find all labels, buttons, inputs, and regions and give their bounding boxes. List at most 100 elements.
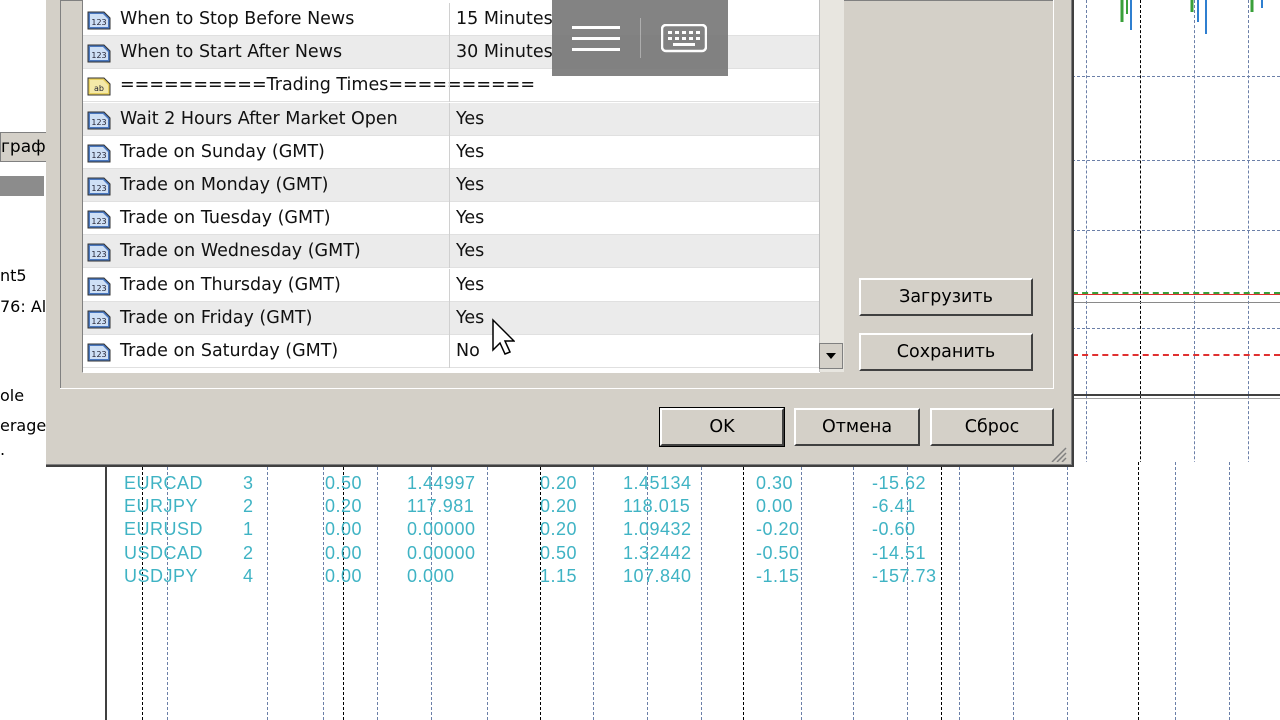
integer-type-icon: 123 [87,310,111,329]
table-grid-line [801,462,802,720]
param-value[interactable]: 15 Minutes [456,3,553,36]
svg-text:123: 123 [91,317,106,326]
save-button[interactable]: Сохранить [859,333,1033,371]
table-grid-line [959,462,960,720]
integer-type-icon: 123 [87,111,111,130]
param-value[interactable]: Yes [456,302,484,335]
table-grid-line [323,462,324,720]
table-grid-line [907,462,908,720]
chart-grid-line [1072,230,1280,231]
param-row[interactable]: 123 Trade on Tuesday (GMT) Yes [83,202,820,236]
svg-text:123: 123 [91,350,106,359]
integer-type-icon: 123 [87,343,111,362]
param-name: Trade on Friday (GMT) [120,307,313,328]
integer-type-icon: 123 [87,11,111,30]
left-panel-tab[interactable]: графи [0,132,48,162]
reset-button[interactable]: Сброс [930,408,1054,446]
svg-text:ab: ab [94,84,104,93]
table-grid-line [1013,462,1014,720]
left-tab-label: графи [1,137,47,157]
resize-grip-icon[interactable] [1050,446,1068,462]
param-row[interactable]: 123 Trade on Monday (GMT) Yes [83,169,820,202]
param-value[interactable]: Yes [456,136,484,169]
column-separator [449,202,450,236]
param-value[interactable]: Yes [456,103,484,136]
table-grid-line [167,462,168,720]
column-separator [449,135,450,169]
svg-text:123: 123 [91,217,106,226]
ok-button[interactable]: OK [659,407,785,447]
menu-icon[interactable] [572,22,620,56]
column-separator [449,335,450,368]
chart-grid-line [1072,160,1280,161]
param-name: When to Stop Before News [120,9,355,29]
param-name: ==========Trading Times========== [120,75,535,96]
left-text: ole [0,386,25,405]
integer-type-icon: 123 [87,144,111,163]
column-separator [449,301,450,335]
table-grid-line [343,462,344,720]
integer-type-icon: 123 [87,177,111,196]
table-grid-line [647,462,648,720]
load-button[interactable]: Загрузить [859,278,1033,316]
param-row[interactable]: 123 Wait 2 Hours After Market Open Yes [83,102,820,136]
param-value[interactable]: Yes [456,235,484,268]
terminal-trade-table [107,462,1280,720]
cancel-button[interactable]: Отмена [794,408,920,446]
reset-button-label: Сброс [964,417,1020,437]
param-value[interactable]: 30 Minutes [456,36,553,69]
column-separator [449,36,450,70]
column-separator [449,69,450,103]
grid-scrollbar[interactable] [819,0,844,372]
chart-level-red [1072,294,1280,295]
left-text: nt5 [0,266,27,285]
param-row[interactable]: 123 Trade on Friday (GMT) Yes [83,301,820,335]
keyboard-icon[interactable] [661,24,707,54]
cancel-button-label: Отмена [821,417,893,437]
scroll-down-button[interactable] [819,343,843,369]
left-text: erage [0,416,47,435]
chart-candles [1120,0,1263,34]
column-separator [449,3,450,36]
mouse-cursor-icon [492,318,515,355]
table-grid-line [1175,462,1176,720]
overlay-divider [640,18,641,58]
table-grid-line [701,462,702,720]
table-grid-line [941,462,942,720]
column-separator [449,235,450,269]
integer-type-icon: 123 [87,277,111,296]
param-row[interactable]: 123 Trade on Sunday (GMT) Yes [83,135,820,169]
table-grid-line [853,462,854,720]
save-button-label: Сохранить [896,342,996,362]
param-value[interactable]: No [456,335,480,368]
load-button-label: Загрузить [899,287,993,307]
chart-separator [1072,398,1280,399]
param-name: Trade on Sunday (GMT) [120,141,325,162]
table-grid-line [487,462,488,720]
table-grid-line [142,462,143,720]
param-name: Trade on Thursday (GMT) [120,274,341,295]
param-name: When to Start After News [120,42,343,63]
column-separator [449,102,450,136]
table-grid-line [1138,462,1139,720]
param-row[interactable]: 123 Trade on Thursday (GMT) Yes [83,268,820,302]
svg-text:123: 123 [91,51,106,60]
param-value[interactable]: Yes [456,169,484,202]
param-row[interactable]: 123 Trade on Saturday (GMT) No [83,335,820,368]
table-grid-line [1067,462,1068,720]
arrow-down-icon [826,353,836,359]
table-grid-line [540,462,541,720]
chart-separator [1072,394,1280,396]
svg-text:123: 123 [91,250,106,259]
svg-text:123: 123 [91,184,106,193]
table-grid-line [431,462,432,720]
integer-type-icon: 123 [87,44,111,63]
remote-overlay-toolbar [552,0,728,76]
column-separator [449,169,450,202]
param-name: Trade on Wednesday (GMT) [120,241,361,262]
param-value[interactable]: Yes [456,269,484,302]
param-value[interactable]: Yes [456,202,484,235]
integer-type-icon: 123 [87,243,111,262]
svg-text:123: 123 [91,284,106,293]
param-row[interactable]: 123 Trade on Wednesday (GMT) Yes [83,235,820,269]
